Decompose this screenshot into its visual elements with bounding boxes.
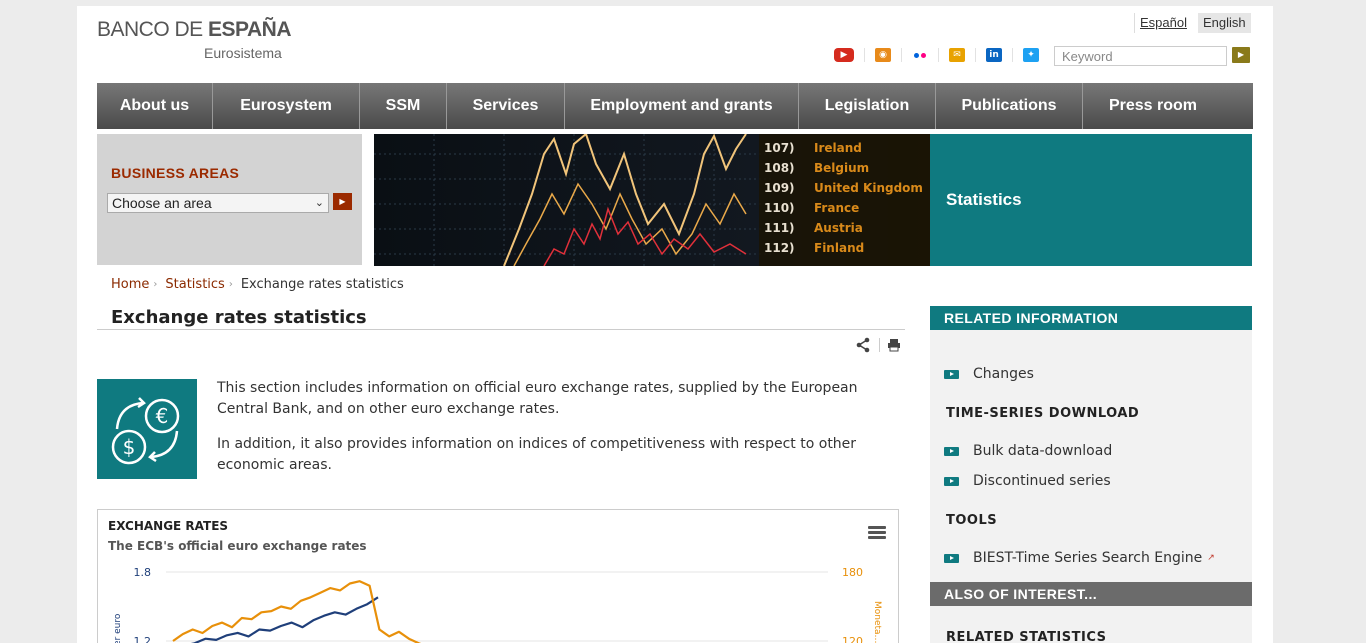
chevron-right-icon: › [153, 279, 158, 290]
external-link-icon: ↗ [1207, 553, 1215, 563]
flickr-icon[interactable] [901, 48, 928, 62]
logo-text: BANCO DE ESPAÑA [97, 18, 291, 41]
banner-row-num: 109) [764, 181, 795, 195]
arrow-bullet-icon [944, 476, 959, 486]
banner-row-num: 111) [764, 221, 795, 235]
language-english-link[interactable]: English [1198, 13, 1251, 33]
nav-services[interactable]: Services [447, 83, 565, 129]
business-areas-title: BUSINESS AREAS [111, 165, 240, 181]
y2-axis-label: Moneta… [872, 601, 882, 643]
chart-menu-icon[interactable] [868, 526, 886, 540]
logo-subtitle: Eurosistema [204, 45, 282, 61]
related-information-panel: Changes TIME-SERIES DOWNLOAD Bulk data-d… [930, 330, 1252, 582]
nav-ssm[interactable]: SSM [360, 83, 447, 129]
link-bulk-label: Bulk data-download [973, 443, 1113, 459]
section-label: Statistics [946, 190, 1022, 209]
linkedin-icon[interactable]: in [975, 48, 1002, 62]
link-discontinued-series[interactable]: Discontinued series [944, 473, 1111, 489]
banner-row-num: 112) [764, 241, 795, 255]
nav-eurosystem[interactable]: Eurosystem [213, 83, 360, 129]
business-areas-panel: BUSINESS AREAS Choose an area ⌄ ▶ [97, 134, 362, 265]
page: BANCO DE ESPAÑA Eurosistema Español Engl… [77, 6, 1273, 643]
chart-series-line [172, 580, 422, 643]
banner-row-num: 108) [764, 161, 795, 175]
related-statistics-heading: RELATED STATISTICS [946, 630, 1107, 643]
also-of-interest-header: ALSO OF INTEREST... [930, 582, 1252, 606]
toolbar-divider [879, 338, 880, 352]
intro-paragraph-2: In addition, it also provides informatio… [217, 436, 857, 473]
left-tick-label: 1.2 [134, 635, 152, 643]
banner-row-country: Belgium [814, 161, 869, 175]
stock-ticker-banner: 107) Ireland 108) Belgium 109) United Ki… [374, 134, 930, 266]
arrow-bullet-icon [944, 446, 959, 456]
related-information-header: RELATED INFORMATION [930, 306, 1252, 330]
main-nav: About us Eurosystem SSM Services Employm… [97, 83, 1253, 129]
banner-row-num: 107) [764, 141, 795, 155]
page-title: Exchange rates statistics [111, 307, 367, 328]
chart-series-line [190, 596, 379, 643]
tools-heading: TOOLS [946, 513, 998, 528]
chevron-right-icon: › [228, 279, 233, 290]
also-of-interest-panel: RELATED STATISTICS [930, 606, 1252, 643]
business-area-go-button[interactable]: ▶ [333, 193, 352, 210]
banco-de-espana-logo[interactable]: BANCO DE ESPAÑA Eurosistema [97, 18, 297, 66]
banner-row-country: United Kingdom [814, 181, 923, 195]
search-input[interactable]: Keyword [1054, 46, 1227, 66]
link-bulk-data-download[interactable]: Bulk data-download [944, 443, 1112, 459]
widget-title: EXCHANGE RATES [108, 519, 229, 533]
link-changes-label: Changes [973, 366, 1034, 382]
breadcrumb-home[interactable]: Home [111, 277, 149, 292]
business-area-select-value: Choose an area [112, 195, 212, 211]
link-biest[interactable]: BIEST-Time Series Search Engine ↗ [944, 550, 1215, 566]
link-changes[interactable]: Changes [944, 366, 1034, 382]
nav-about-us[interactable]: About us [97, 83, 213, 129]
right-tick-label: 120 [842, 635, 863, 643]
youtube-icon[interactable]: ▶ [834, 48, 854, 62]
twitter-icon[interactable]: ✦ [1012, 48, 1039, 62]
breadcrumb: Home › Statistics › Exchange rates stati… [111, 277, 404, 292]
link-biest-label: BIEST-Time Series Search Engine [973, 550, 1203, 566]
banner-row-country: Austria [814, 221, 863, 235]
language-espanol-link[interactable]: Español [1134, 13, 1192, 33]
left-tick-label: 1.8 [134, 566, 152, 579]
title-divider [97, 329, 905, 330]
widget-subtitle: The ECB's official euro exchange rates [108, 539, 367, 553]
arrow-bullet-icon [944, 553, 959, 563]
nav-employment-and-grants[interactable]: Employment and grants [565, 83, 799, 129]
nav-publications[interactable]: Publications [936, 83, 1083, 129]
email-icon[interactable]: ✉ [938, 48, 965, 62]
business-area-select[interactable]: Choose an area ⌄ [107, 193, 329, 213]
time-series-download-heading: TIME-SERIES DOWNLOAD [946, 406, 1140, 421]
nav-press-room[interactable]: Press room [1083, 83, 1223, 129]
banner-row-country: Ireland [814, 141, 862, 155]
intro-paragraph-1: This section includes information on off… [217, 380, 858, 417]
banner-row-num: 110) [764, 201, 795, 215]
svg-text:$: $ [123, 435, 136, 459]
exchange-rates-chart: 1.8 1.2 180 120 …er euro Moneta… [113, 566, 882, 643]
breadcrumb-statistics[interactable]: Statistics [165, 277, 224, 292]
link-discontinued-label: Discontinued series [973, 473, 1111, 489]
exchange-currency-icon: € $ [97, 379, 197, 479]
print-icon[interactable] [887, 338, 901, 352]
search-submit-button[interactable]: ▶ [1232, 47, 1250, 63]
banner-row-country: France [814, 201, 859, 215]
rss-icon[interactable]: ◉ [864, 48, 891, 62]
exchange-rates-widget: EXCHANGE RATES The ECB's official euro e… [97, 509, 899, 643]
arrow-bullet-icon [944, 369, 959, 379]
nav-legislation[interactable]: Legislation [799, 83, 936, 129]
breadcrumb-current: Exchange rates statistics [240, 277, 404, 292]
svg-text:€: € [156, 404, 169, 428]
banner-row-country: Finland [814, 241, 864, 255]
intro-text: This section includes information on off… [217, 378, 877, 490]
section-label-box: Statistics [930, 134, 1252, 266]
right-tick-label: 180 [842, 566, 863, 579]
y-axis-label: …er euro [113, 613, 123, 643]
chevron-down-icon: ⌄ [314, 197, 324, 209]
social-icons: ▶ ◉ ✉ in ✦ [834, 47, 1060, 63]
share-icon[interactable] [855, 337, 871, 353]
